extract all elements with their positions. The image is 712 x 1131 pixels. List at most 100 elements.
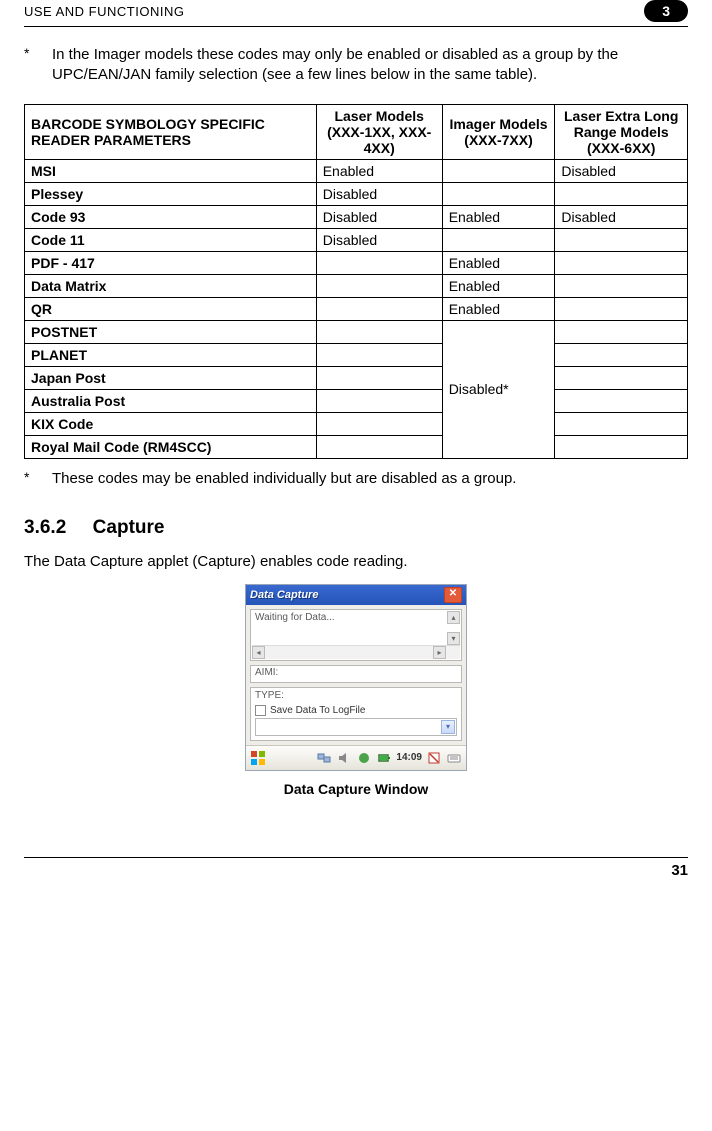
cell: Enabled (316, 159, 442, 182)
section-title: Capture (93, 517, 165, 538)
row-name: MSI (25, 159, 317, 182)
waiting-text: Waiting for Data... (255, 612, 335, 623)
cell-disabled-group: Disabled* (442, 320, 555, 458)
cell (316, 274, 442, 297)
scroll-down-icon[interactable]: ▾ (447, 632, 460, 645)
row-name: PLANET (25, 343, 317, 366)
footnote-text: These codes may be enabled individually … (52, 469, 516, 489)
keyboard-icon[interactable] (446, 750, 462, 766)
aimi-field[interactable]: AIMI: (250, 665, 462, 683)
row-name: Code 93 (25, 205, 317, 228)
cell (316, 320, 442, 343)
logfile-dropdown[interactable]: ▾ (255, 718, 457, 736)
taskbar: 14:09 (246, 745, 466, 770)
table-row: KIX Code (25, 412, 688, 435)
cell (316, 412, 442, 435)
data-capture-window: Data Capture ✕ Waiting for Data... ▴ ▾ ◂… (245, 584, 467, 771)
footnote-star: * (24, 469, 52, 489)
table-row: Code 93 Disabled Enabled Disabled (25, 205, 688, 228)
row-name: Data Matrix (25, 274, 317, 297)
table-row: MSI Enabled Disabled (25, 159, 688, 182)
cell (316, 343, 442, 366)
row-name: QR (25, 297, 317, 320)
cell (555, 320, 688, 343)
footer-divider (24, 857, 688, 858)
table-row: Code 11 Disabled (25, 228, 688, 251)
close-icon[interactable]: ✕ (444, 587, 462, 603)
cell (442, 159, 555, 182)
data-output-textarea[interactable]: Waiting for Data... ▴ ▾ ◂ ▸ (250, 609, 462, 661)
table-row: Japan Post (25, 366, 688, 389)
cell (555, 343, 688, 366)
cell: Disabled (316, 228, 442, 251)
table-header-row: BARCODE SYMBOLOGY SPECIFIC READER PARAME… (25, 104, 688, 159)
cell: Disabled (316, 182, 442, 205)
cell (316, 435, 442, 458)
scroll-up-icon[interactable]: ▴ (447, 611, 460, 624)
page-header-title: USE AND FUNCTIONING (24, 4, 184, 19)
scroll-left-icon[interactable]: ◂ (252, 646, 265, 659)
cell (555, 366, 688, 389)
cell (316, 297, 442, 320)
th-symbology: BARCODE SYMBOLOGY SPECIFIC READER PARAME… (25, 104, 317, 159)
table-row: Australia Post (25, 389, 688, 412)
cell (555, 297, 688, 320)
page-number: 31 (24, 862, 688, 879)
tray-icon[interactable] (426, 750, 442, 766)
save-log-checkbox[interactable] (255, 705, 266, 716)
taskbar-clock[interactable]: 14:09 (396, 752, 422, 763)
table-row: PLANET (25, 343, 688, 366)
row-name: KIX Code (25, 412, 317, 435)
bottom-footnote: * These codes may be enabled individuall… (24, 469, 688, 489)
battery-icon[interactable] (376, 750, 392, 766)
section-heading: 3.6.2 Capture (24, 517, 688, 539)
table-row: Plessey Disabled (25, 182, 688, 205)
cell: Disabled (555, 205, 688, 228)
footnote-star: * (24, 45, 52, 86)
type-label: TYPE: (255, 690, 457, 701)
cell (316, 251, 442, 274)
status-icon[interactable] (356, 750, 372, 766)
section-body: The Data Capture applet (Capture) enable… (24, 553, 688, 570)
cell: Enabled (442, 205, 555, 228)
volume-icon[interactable] (336, 750, 352, 766)
th-extra: Laser Extra Long Range Models (XXX-6XX) (555, 104, 688, 159)
cell (316, 366, 442, 389)
cell: Enabled (442, 274, 555, 297)
table-row: QR Enabled (25, 297, 688, 320)
cell (555, 412, 688, 435)
footnote-text: In the Imager models these codes may onl… (52, 45, 688, 86)
section-number: 3.6.2 (24, 517, 66, 538)
chapter-badge: 3 (644, 0, 688, 22)
start-icon[interactable] (250, 750, 266, 766)
cell: Enabled (442, 251, 555, 274)
window-titlebar[interactable]: Data Capture ✕ (246, 585, 466, 605)
table-row: Royal Mail Code (RM4SCC) (25, 435, 688, 458)
table-row: PDF - 417 Enabled (25, 251, 688, 274)
row-name: POSTNET (25, 320, 317, 343)
row-name: PDF - 417 (25, 251, 317, 274)
th-laser: Laser Models (XXX-1XX, XXX-4XX) (316, 104, 442, 159)
row-name: Australia Post (25, 389, 317, 412)
cell: Disabled (316, 205, 442, 228)
chevron-down-icon[interactable]: ▾ (441, 720, 455, 734)
window-title: Data Capture (250, 589, 318, 601)
header-divider (24, 26, 688, 27)
top-footnote: * In the Imager models these codes may o… (24, 45, 688, 86)
cell (555, 389, 688, 412)
cell: Disabled (555, 159, 688, 182)
network-icon[interactable] (316, 750, 332, 766)
figure-caption: Data Capture Window (24, 781, 688, 797)
cell (555, 228, 688, 251)
cell: Enabled (442, 297, 555, 320)
cell (316, 389, 442, 412)
save-log-label: Save Data To LogFile (270, 705, 365, 716)
scroll-right-icon[interactable]: ▸ (433, 646, 446, 659)
table-row: Data Matrix Enabled (25, 274, 688, 297)
row-name: Japan Post (25, 366, 317, 389)
row-name: Royal Mail Code (RM4SCC) (25, 435, 317, 458)
cell (442, 228, 555, 251)
cell (555, 251, 688, 274)
cell (555, 274, 688, 297)
cell (555, 435, 688, 458)
